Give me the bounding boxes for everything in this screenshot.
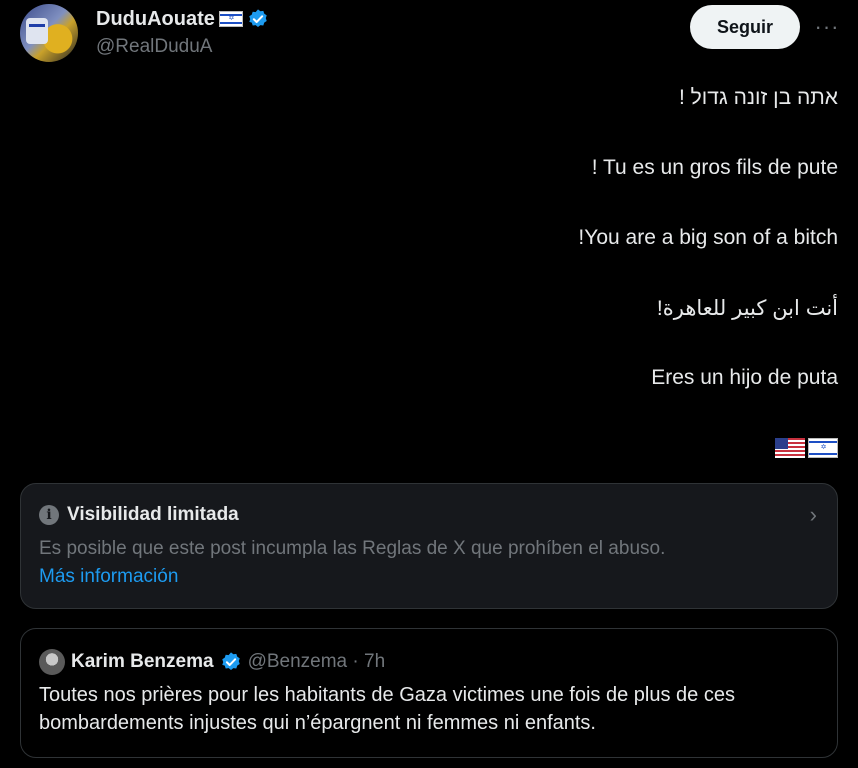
quoted-post-card[interactable]: Karim Benzema @Benzema · 7h Toutes nos p… <box>20 628 838 758</box>
quoted-author-handle-time[interactable]: @Benzema · 7h <box>248 651 386 673</box>
quoted-post-text: Toutes nos prières pour les habitants de… <box>39 684 735 734</box>
visibility-notice-card[interactable]: i Visibilidad limitada Es posible que es… <box>20 483 838 609</box>
info-icon: i <box>39 505 59 525</box>
quoted-author-avatar[interactable] <box>39 649 65 675</box>
author-avatar[interactable] <box>20 4 78 62</box>
visibility-description: Es posible que este post incumpla las Re… <box>39 538 666 559</box>
verified-badge-icon <box>221 652 240 670</box>
israel-flag-icon: ✡ <box>808 438 838 458</box>
tweet-flags: ✡ <box>775 438 838 458</box>
verified-badge-icon <box>249 9 267 27</box>
chevron-right-icon[interactable]: › <box>810 502 817 528</box>
author-display-name[interactable]: DuduAouate <box>96 8 215 31</box>
author-handle[interactable]: @RealDuduA <box>96 36 212 58</box>
quoted-post-header: Karim Benzema @Benzema · 7h <box>39 649 385 675</box>
tweet-line-english: !You are a big son of a bitch <box>578 226 838 249</box>
more-options-icon[interactable]: ··· <box>812 12 842 42</box>
follow-button[interactable]: Seguir <box>690 5 800 49</box>
visibility-title: Visibilidad limitada <box>67 504 239 525</box>
israel-flag-icon: ✡ <box>218 11 243 27</box>
tweet-line-french: ! Tu es un gros fils de pute <box>591 156 838 179</box>
author-name-row: DuduAouate ✡ <box>96 6 269 32</box>
visibility-title-row: i Visibilidad limitada <box>39 504 239 526</box>
tweet-line-hebrew: אתה בן זונה גדול ! <box>678 86 838 109</box>
tweet-line-arabic: أنت ابن كبير للعاهرة! <box>656 297 838 320</box>
tweet-line-spanish: Eres un hijo de puta <box>651 366 838 389</box>
more-info-link[interactable]: Más información <box>39 566 178 588</box>
avatar-image-detail <box>26 18 48 44</box>
post-header: DuduAouate ✡ @RealDuduA Seguir ··· <box>0 0 858 70</box>
quoted-author-name[interactable]: Karim Benzema <box>71 651 214 673</box>
us-flag-icon <box>775 438 805 458</box>
